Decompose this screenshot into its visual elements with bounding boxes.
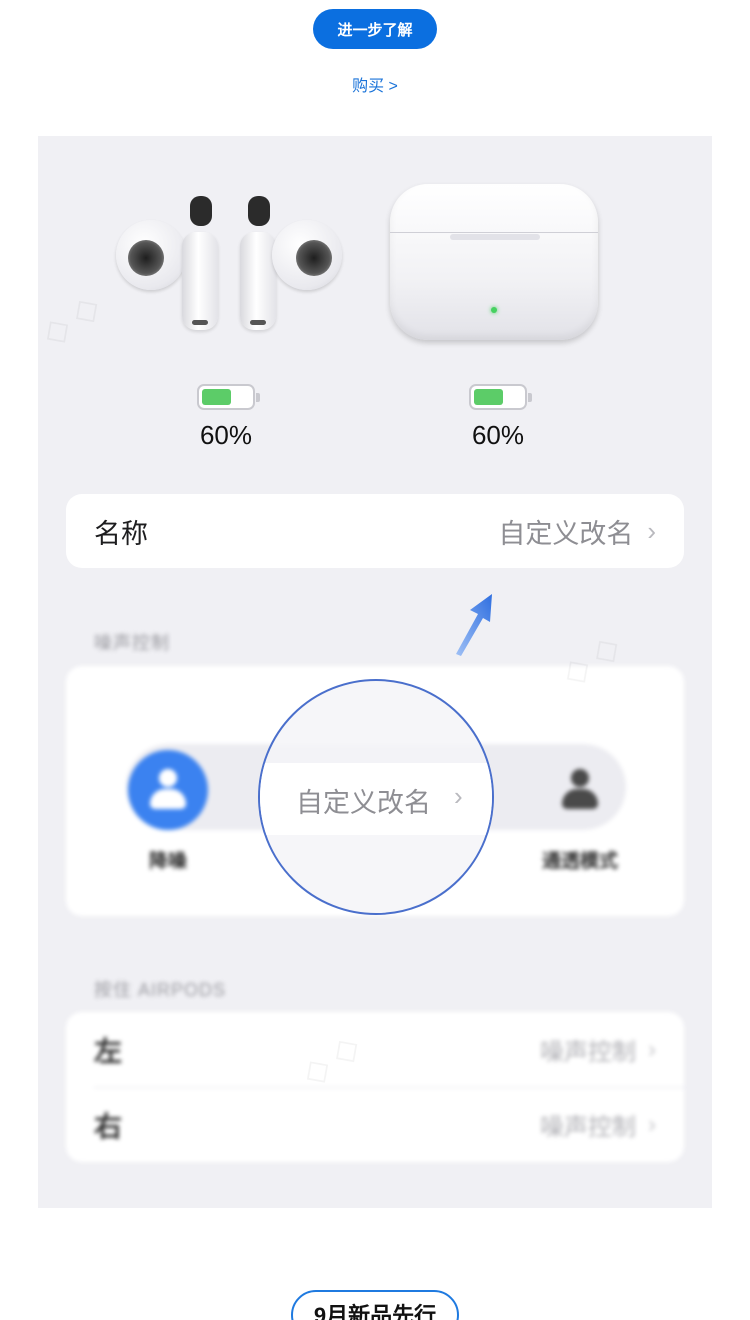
case-battery: 60% xyxy=(438,384,558,451)
press-row-value: 噪声控制 xyxy=(540,1039,636,1066)
press-row-left[interactable]: 左 噪声控制 › xyxy=(66,1012,684,1087)
buy-link[interactable]: 购买 > xyxy=(300,72,450,96)
new-products-pill[interactable]: 9月新品先行 xyxy=(291,1290,459,1320)
press-row-right[interactable]: 右 噪声控制 › xyxy=(66,1087,684,1162)
chevron-right-icon: › xyxy=(648,1035,656,1063)
mode-transparency[interactable]: 通透模式 xyxy=(525,750,635,873)
magnifier-text: 自定义改名 xyxy=(296,788,431,818)
learn-more-button[interactable]: 进一步了解 xyxy=(313,9,437,49)
charging-case-image xyxy=(390,184,598,340)
press-hold-title: 按住 AIRPODS xyxy=(94,980,227,1000)
earbuds-battery: 60% xyxy=(166,384,286,451)
battery-icon xyxy=(197,384,260,410)
noise-control-title: 噪声控制 xyxy=(94,633,170,653)
name-row-value: 自定义改名 xyxy=(498,518,634,549)
battery-icon xyxy=(469,384,532,410)
settings-screenshot-panel: 60% 60% 名称 自定义改名 › 噪声控制 降噪 通透模式 按住 AIRPO… xyxy=(38,136,712,1208)
arrow-pointer-icon xyxy=(456,594,492,656)
mode-label: 降噪 xyxy=(148,851,187,872)
mode-noise-cancel[interactable]: 降噪 xyxy=(113,750,223,873)
led-indicator xyxy=(491,307,497,313)
earbuds-image xyxy=(116,186,351,336)
chevron-right-icon: › xyxy=(648,1110,656,1138)
press-row-label: 右 xyxy=(94,1110,123,1142)
person-icon xyxy=(148,767,188,813)
name-row-label: 名称 xyxy=(94,518,148,549)
press-row-label: 左 xyxy=(94,1035,123,1067)
chevron-right-icon: › xyxy=(647,515,656,546)
person-icon xyxy=(560,767,600,813)
case-battery-percent: 60% xyxy=(471,420,525,450)
mode-label: 通透模式 xyxy=(541,851,618,872)
chevron-right-icon: › xyxy=(454,781,463,811)
press-hold-card: 左 噪声控制 › 右 噪声控制 › xyxy=(66,1012,684,1162)
press-row-value: 噪声控制 xyxy=(540,1114,636,1141)
name-row[interactable]: 名称 自定义改名 › xyxy=(66,494,684,568)
magnifier-callout: 自定义改名 › xyxy=(258,679,494,915)
earbuds-battery-percent: 60% xyxy=(199,420,253,450)
